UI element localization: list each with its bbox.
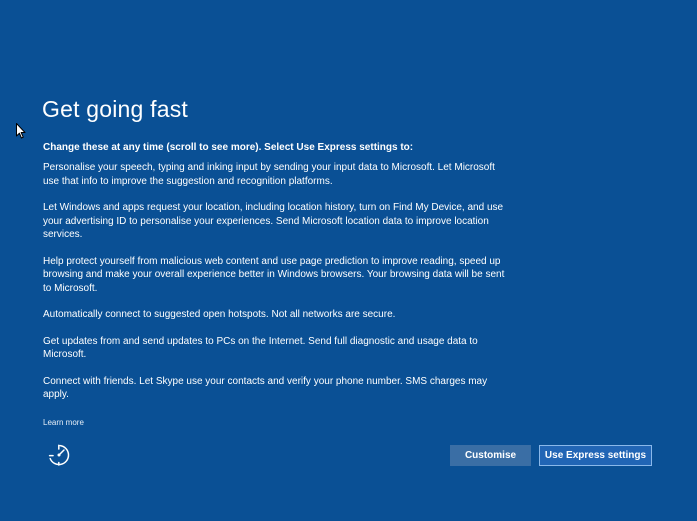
settings-scroll-area[interactable]: Personalise your speech, typing and inki… [43,161,508,400]
setting-browser-protection: Help protect yourself from malicious web… [43,255,505,294]
page-subtitle: Change these at any time (scroll to see … [43,142,414,153]
page-title: Get going fast [42,96,188,122]
customise-button[interactable]: Customise [450,445,531,466]
mouse-pointer-icon [16,123,26,139]
ease-of-access-icon[interactable] [47,443,71,467]
setting-skype-contacts: Connect with friends. Let Skype use your… [43,375,488,401]
setting-speech-typing: Personalise your speech, typing and inki… [43,162,495,187]
oobe-screen: Get going fast Change these at any time … [0,0,697,521]
setting-updates-diagnostics: Get updates from and send updates to PCs… [43,335,478,361]
setting-hotspots: Automatically connect to suggested open … [43,309,396,320]
use-express-settings-button[interactable]: Use Express settings [539,445,652,466]
learn-more-link[interactable]: Learn more [43,417,84,428]
setting-location: Let Windows and apps request your locati… [43,202,504,240]
